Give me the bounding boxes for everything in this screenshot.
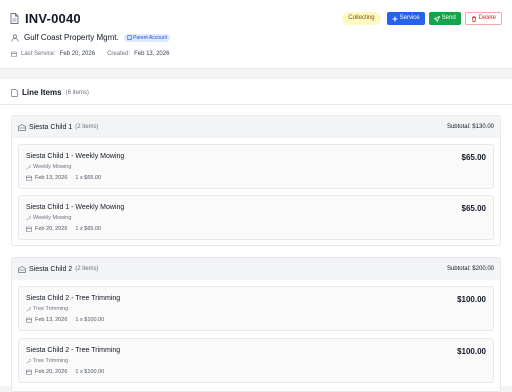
send-button[interactable]: Send [428,12,461,25]
line-item-qty: 1 x $65.00 [75,175,102,181]
line-item-meta: Feb 13, 2026 1 x $65.00 [26,175,101,181]
last-service-label: Last Service: [21,51,56,57]
line-item-price: $65.00 [461,153,486,162]
line-item-name: Siesta Child 2 - Tree Trimming [26,347,121,354]
status-badge: Collecting [342,12,381,25]
line-item-meta: Feb 20, 2026 1 x $100.00 [26,369,104,375]
divider [0,104,512,105]
group-header[interactable]: Siesta Child 1 (2 items) Subtotal: $130.… [12,116,500,138]
line-item-qty: 1 x $100.00 [75,317,105,323]
group-header[interactable]: Siesta Child 2 (2 items) Subtotal: $200.… [12,258,500,280]
document-icon [10,13,19,24]
line-item-service: Weekly Mowing [26,164,71,170]
customer-name[interactable]: Gulf Coast Property Mgmt. [24,33,119,42]
line-items-title: Line Items [22,88,62,97]
line-item-price: $100.00 [457,347,486,356]
wrench-icon [26,358,31,364]
line-item-date: Feb 20, 2026 [35,226,68,232]
group-count: (2 items) [75,266,99,272]
line-item-qty: 1 x $100.00 [75,369,105,375]
delete-button-label: Delete [478,15,496,21]
line-item-service: Tree Trimming [26,358,68,364]
user-icon [11,33,19,42]
line-item-service: Tree Trimming [26,306,68,312]
line-item-price: $100.00 [457,295,486,304]
building-icon [127,34,132,40]
line-item-service-label: Weekly Mowing [33,164,72,170]
invoice-dates: Last Service: Feb 20, 2026 Created: Feb … [11,51,177,57]
line-item[interactable]: Siesta Child 2 - Tree Trimming $100.00 T… [18,286,494,331]
line-item[interactable]: Siesta Child 1 - Weekly Mowing $65.00 We… [18,144,494,189]
line-item-service-label: Tree Trimming [33,358,69,364]
line-items-header: Line Items (6 items) [11,88,89,97]
line-item-group: Siesta Child 2 (2 items) Subtotal: $200.… [11,257,501,392]
line-item-service: Weekly Mowing [26,215,71,221]
group-count: (2 items) [75,124,99,130]
parent-account-badge: Parent Account [123,33,171,42]
calendar-icon [26,317,32,323]
line-item-service-label: Weekly Mowing [33,215,72,221]
line-item-name: Siesta Child 1 - Weekly Mowing [26,153,125,160]
document-icon [11,88,18,97]
created-date: Feb 13, 2026 [134,51,170,57]
line-item-price: $65.00 [461,204,486,213]
line-item-date: Feb 13, 2026 [35,317,68,323]
plus-icon [392,16,398,22]
invoice-number: INV-0040 [25,11,81,26]
trash-icon [471,15,477,22]
line-item[interactable]: Siesta Child 1 - Weekly Mowing $65.00 We… [18,195,494,240]
line-item[interactable]: Siesta Child 2 - Tree Trimming $100.00 T… [18,338,494,383]
line-item-group: Siesta Child 1 (2 items) Subtotal: $130.… [11,115,501,246]
calendar-icon [11,51,17,57]
line-item-date: Feb 20, 2026 [35,369,68,375]
building-icon [18,123,26,131]
line-item-service-label: Tree Trimming [33,306,69,312]
send-icon [433,15,440,22]
delete-button[interactable]: Delete [464,12,502,25]
line-item-meta: Feb 20, 2026 1 x $65.00 [26,226,101,232]
group-name: Siesta Child 2 [29,265,73,273]
parent-account-label: Parent Account [133,34,168,41]
service-button-label: Service [399,15,420,21]
line-item-qty: 1 x $65.00 [75,226,102,232]
building-icon [18,265,26,273]
line-items-card: Line Items (6 items) Siesta Child 1 (2 i… [0,79,512,392]
last-service-date: Feb 20, 2026 [59,51,96,57]
line-item-date: Feb 13, 2026 [35,175,68,181]
group-subtotal: Subtotal: $200.00 [446,266,494,272]
invoice-header: INV-0040 Collecting Service Send Delete … [0,0,512,69]
group-name: Siesta Child 1 [29,123,73,131]
invoice-actions: Collecting Service Send Delete [342,12,502,25]
invoice-title-row: INV-0040 [10,11,81,26]
calendar-icon [26,226,32,232]
calendar-icon [26,369,32,375]
send-button-label: Send [441,15,456,21]
wrench-icon [26,306,31,312]
created-label: Created: [107,51,131,57]
customer-row: Gulf Coast Property Mgmt. Parent Account [11,33,171,42]
line-items-count: (6 items) [65,89,89,96]
add-service-button[interactable]: Service [386,12,425,25]
wrench-icon [26,215,31,221]
calendar-icon [26,175,32,181]
wrench-icon [26,164,31,170]
line-item-name: Siesta Child 2 - Tree Trimming [26,295,121,302]
line-item-name: Siesta Child 1 - Weekly Mowing [26,204,125,211]
group-subtotal: Subtotal: $130.00 [446,124,494,130]
line-item-meta: Feb 13, 2026 1 x $100.00 [26,317,104,323]
